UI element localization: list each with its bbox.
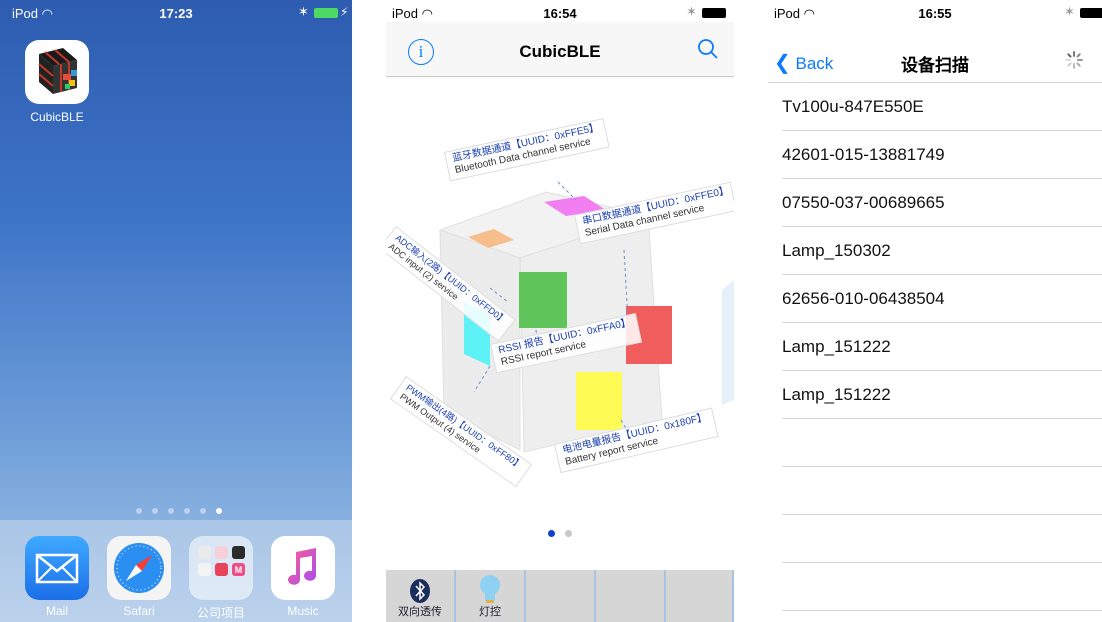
page-dot: [136, 508, 142, 514]
svg-text:M: M: [235, 565, 243, 575]
tab-empty[interactable]: [526, 570, 596, 622]
dock-label-safari: Safari: [123, 604, 155, 618]
loading-spinner-icon: [1065, 51, 1083, 69]
page-dot: [565, 530, 572, 537]
dock-label-folder: 公司项目: [196, 606, 245, 620]
device-name: Lamp_151222: [782, 385, 891, 404]
page-dot: [168, 508, 174, 514]
empty-row: [782, 515, 1102, 563]
tab-light-control[interactable]: 灯控: [456, 570, 526, 622]
device-name: 07550-037-00689665: [782, 193, 945, 212]
page-title: 设备扫描: [901, 56, 969, 75]
page-indicator[interactable]: [136, 508, 222, 514]
page-title: CubicBLE: [519, 42, 601, 61]
app-label: CubicBLE: [30, 110, 84, 124]
page-dot: [184, 508, 190, 514]
device-name: Lamp_151222: [782, 337, 891, 356]
device-name: Tv100u-847E550E: [782, 97, 924, 116]
navigation-bar: ❮ Back 设备扫描: [768, 22, 1102, 83]
battery-icon: [1080, 8, 1102, 18]
device-row[interactable]: 42601-015-13881749: [782, 131, 1102, 179]
search-button[interactable]: [696, 37, 720, 66]
battery-icon: [702, 8, 726, 18]
bluetooth-icon: ✶: [686, 4, 697, 19]
bluetooth-icon: ✶: [1064, 4, 1075, 19]
status-bar: iPod ◠ 17:23 ✶ ⚡: [0, 0, 352, 22]
empty-row: [782, 467, 1102, 515]
device-row[interactable]: Lamp_150302: [782, 227, 1102, 275]
folder-icon[interactable]: M: [189, 536, 253, 600]
empty-row: [782, 563, 1102, 611]
page-dot: [200, 508, 206, 514]
page-dot: [152, 508, 158, 514]
tab-transparent-transmission[interactable]: 双向透传: [386, 570, 456, 622]
tab-empty[interactable]: [666, 570, 734, 622]
device-row[interactable]: Tv100u-847E550E: [782, 83, 1102, 131]
bluetooth-icon: ✶: [298, 4, 309, 19]
page-dot-active: [548, 530, 555, 537]
home-screen: iPod ◠ 17:23 ✶ ⚡ CubicBLE Mail Safari M …: [0, 0, 352, 622]
device-name: 62656-010-06438504: [782, 289, 945, 308]
tab-empty[interactable]: [596, 570, 666, 622]
tab-label: 双向透传: [398, 606, 442, 618]
device-name: 42601-015-13881749: [782, 145, 945, 164]
mail-app-icon[interactable]: [25, 536, 89, 600]
status-bar: iPod ◠ 16:55 ✶: [768, 0, 1102, 22]
device-name: Lamp_150302: [782, 241, 891, 260]
device-row[interactable]: Lamp_151222: [782, 323, 1102, 371]
status-time: 16:54: [543, 6, 577, 21]
search-icon: [698, 39, 718, 59]
dock: Mail Safari M 公司项目 Music: [0, 520, 352, 622]
device-row[interactable]: Lamp_151222: [782, 371, 1102, 419]
bluetooth-icon: [410, 579, 430, 603]
cell-green: [519, 272, 567, 328]
status-bar: iPod ◠ 16:54 ✶: [386, 0, 734, 22]
tab-bar: 双向透传 灯控: [386, 570, 734, 622]
cubicble-app-icon[interactable]: [25, 40, 89, 104]
device-row[interactable]: 62656-010-06438504: [782, 275, 1102, 323]
page-dot-active: [216, 508, 222, 514]
page-control[interactable]: [548, 530, 572, 537]
device-scan-screen: iPod ◠ 16:55 ✶ ❮ Back 设备扫描 Tv100u-847E55…: [768, 0, 1102, 622]
cubicble-screen: iPod ◠ 16:54 ✶ i CubicBLE 蓝牙数据通道【UUID：0x…: [386, 0, 734, 622]
lightbulb-icon: [480, 575, 500, 603]
cell-yellow: [576, 372, 622, 430]
dock-label-music: Music: [287, 604, 319, 618]
safari-app-icon[interactable]: [107, 536, 171, 600]
music-app-icon[interactable]: [271, 536, 335, 600]
tab-label: 灯控: [479, 606, 501, 618]
device-row[interactable]: 07550-037-00689665: [782, 179, 1102, 227]
status-time: 16:55: [918, 6, 952, 21]
navigation-bar: i CubicBLE: [386, 22, 734, 77]
empty-row: [782, 419, 1102, 467]
dock-label-mail: Mail: [45, 604, 68, 618]
charging-icon: ⚡: [340, 5, 349, 19]
battery-icon: [314, 8, 338, 18]
